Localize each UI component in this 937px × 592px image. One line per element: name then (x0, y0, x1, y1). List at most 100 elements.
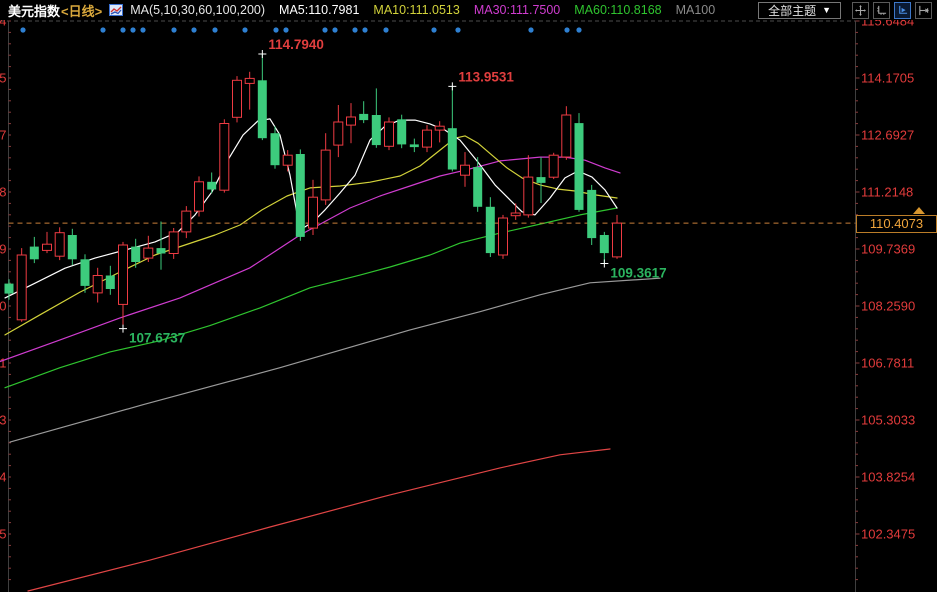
candle[interactable] (195, 176, 204, 216)
candle[interactable] (258, 54, 267, 140)
candle[interactable] (245, 72, 254, 110)
candle[interactable] (169, 228, 178, 259)
candle[interactable] (372, 88, 381, 147)
price-axis-label-right: 106.7811 (861, 355, 914, 370)
event-dot[interactable] (576, 27, 581, 32)
candle-body (587, 190, 596, 238)
candle[interactable] (537, 157, 546, 203)
candle[interactable] (397, 115, 406, 149)
event-dot[interactable] (455, 27, 460, 32)
candle-body (613, 223, 622, 257)
candle[interactable] (106, 266, 115, 295)
chart-header-bar: 美元指数 <日线> MA(5,10,30,60,100,200)MA5:110.… (0, 0, 937, 20)
candle[interactable] (600, 232, 609, 264)
event-dot[interactable] (528, 27, 533, 32)
candle-body (283, 155, 292, 165)
candle[interactable] (68, 229, 77, 265)
candle[interactable] (17, 248, 26, 322)
candle[interactable] (55, 227, 64, 260)
event-dot[interactable] (362, 27, 367, 32)
event-dot[interactable] (283, 27, 288, 32)
candle-body (245, 78, 254, 83)
candle[interactable] (5, 279, 14, 300)
event-dot[interactable] (20, 27, 25, 32)
axis-scale-active-button[interactable] (894, 2, 911, 19)
move-crosshair-icon (855, 5, 866, 16)
axis-scale-button[interactable] (873, 2, 890, 19)
event-dot[interactable] (212, 27, 217, 32)
pan-right-button[interactable] (915, 2, 932, 19)
price-axis-label-left-clipped: 109.7369 (0, 241, 7, 256)
candle[interactable] (499, 215, 508, 259)
candle[interactable] (93, 268, 102, 303)
event-dot[interactable] (431, 27, 436, 32)
price-axis-label-right: 108.2590 (861, 298, 915, 313)
candle[interactable] (549, 153, 558, 179)
candle[interactable] (207, 173, 216, 194)
candle[interactable] (81, 254, 90, 292)
candle[interactable] (562, 106, 571, 160)
candle[interactable] (524, 155, 533, 217)
candlestick-chart[interactable]: 115.6484115.6484114.1705114.1705112.6927… (0, 0, 937, 592)
candle[interactable] (486, 197, 495, 257)
candle-body (321, 150, 330, 200)
event-dot[interactable] (322, 27, 327, 32)
candle-body (372, 115, 381, 145)
candle[interactable] (296, 149, 305, 240)
event-dot[interactable] (273, 27, 278, 32)
candle[interactable] (347, 103, 356, 143)
candle[interactable] (461, 152, 470, 187)
candle[interactable] (157, 222, 166, 270)
candle-body (499, 218, 508, 255)
candle-body (93, 276, 102, 293)
current-price-box: 110.4073 (856, 215, 937, 233)
candle[interactable] (233, 76, 242, 122)
candle-body (195, 182, 204, 211)
candle-body (359, 114, 368, 120)
candle[interactable] (448, 86, 457, 171)
candle-body (549, 155, 558, 177)
candle-body (423, 130, 432, 147)
legend-ma5: MA5:110.7981 (279, 3, 359, 17)
event-dot[interactable] (352, 27, 357, 32)
candle-body (410, 144, 419, 147)
event-dot[interactable] (191, 27, 196, 32)
candle[interactable] (385, 117, 394, 150)
event-dot[interactable] (332, 27, 337, 32)
candle[interactable] (334, 105, 343, 157)
move-crosshair-button[interactable] (852, 2, 869, 19)
candle-body (347, 117, 356, 125)
candle[interactable] (43, 232, 52, 253)
candle[interactable] (613, 215, 622, 259)
event-dot[interactable] (171, 27, 176, 32)
candle[interactable] (511, 203, 520, 220)
ma-line-ma10 (5, 136, 617, 335)
event-dot[interactable] (120, 27, 125, 32)
candle-body (43, 244, 52, 250)
candle[interactable] (220, 119, 229, 192)
event-dot[interactable] (242, 27, 247, 32)
candle[interactable] (182, 206, 191, 238)
candle[interactable] (575, 113, 584, 212)
candle[interactable] (144, 236, 153, 262)
event-dot[interactable] (383, 27, 388, 32)
candle-body (486, 207, 495, 253)
price-axis-label-left-clipped: 102.3475 (0, 526, 7, 541)
event-dot[interactable] (130, 27, 135, 32)
candle[interactable] (435, 121, 444, 142)
price-axis-label-left-clipped: 111.2148 (0, 184, 7, 199)
candle[interactable] (587, 185, 596, 245)
price-axis-label-right: 102.3475 (861, 526, 915, 541)
candle[interactable] (30, 237, 39, 263)
event-dot[interactable] (140, 27, 145, 32)
event-dot[interactable] (564, 27, 569, 32)
theme-dropdown-label: 全部主题 (768, 2, 816, 19)
theme-dropdown[interactable]: 全部主题 ▼ (758, 2, 841, 19)
extreme-price-label: 114.7940 (268, 37, 324, 52)
candle[interactable] (410, 139, 419, 153)
candle[interactable] (359, 101, 368, 123)
candle[interactable] (321, 133, 330, 205)
candle-body (334, 122, 343, 145)
event-dot[interactable] (100, 27, 105, 32)
candle[interactable] (423, 125, 432, 152)
